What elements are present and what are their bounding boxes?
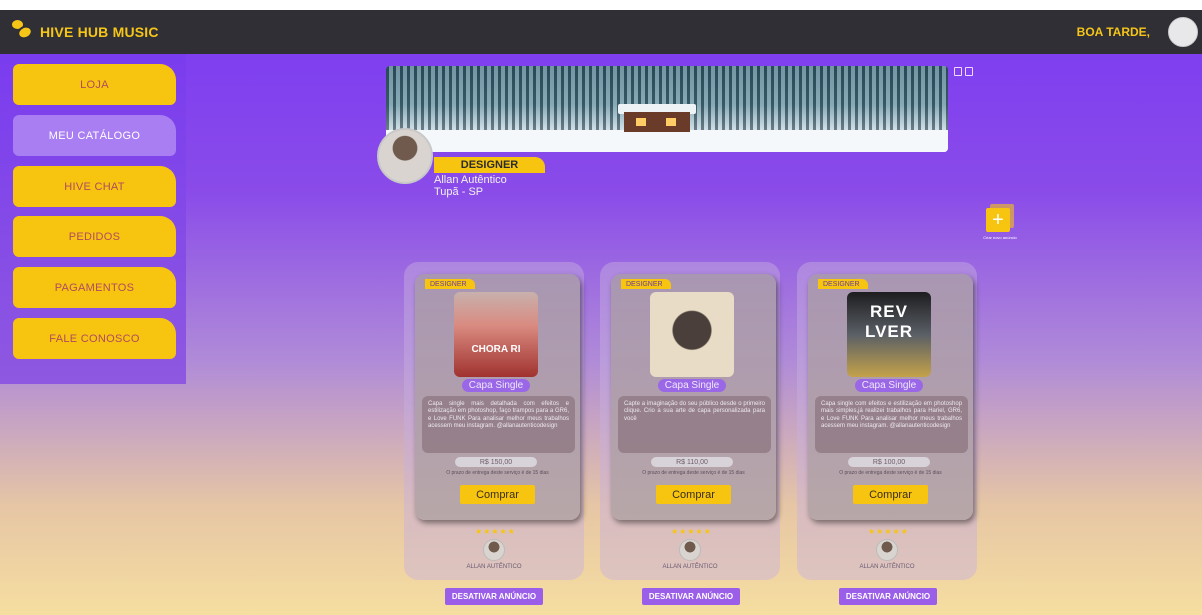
- cabin-window: [666, 118, 676, 126]
- owner-name: ALLAN AUTÊNTICO: [466, 564, 522, 570]
- greeting-text: BOA TARDE,: [1076, 25, 1150, 39]
- bee-logo-icon: [12, 20, 36, 44]
- ad-card: DESIGNER CHORA RI Capa Single Capa singl…: [404, 262, 584, 580]
- app-window: HIVE HUB MUSIC BOA TARDE, LOJA MEU CATÁL…: [0, 10, 1202, 615]
- delivery-time: O prazo de entrega deste serviço é de 15…: [642, 470, 745, 476]
- sidebar-item-hive-chat[interactable]: HIVE CHAT: [13, 166, 176, 207]
- profile-location: Tupã - SP: [434, 186, 484, 198]
- sidebar-item-label: LOJA: [80, 78, 109, 91]
- ad-card-inner: DESIGNER CHORA RI Capa Single Capa singl…: [415, 274, 580, 520]
- album-cover-image[interactable]: [650, 292, 734, 377]
- deactivate-ad-button[interactable]: DESATIVAR ANÚNCIO: [839, 588, 937, 605]
- brand[interactable]: HIVE HUB MUSIC: [12, 20, 159, 44]
- trash-icon[interactable]: [965, 67, 973, 76]
- service-type-badge: Capa Single: [658, 379, 726, 392]
- create-ad-button[interactable]: +: [986, 204, 1014, 232]
- price-tag: R$ 150,00: [455, 457, 537, 467]
- sidebar-item-pagamentos[interactable]: PAGAMENTOS: [13, 267, 176, 308]
- buy-button[interactable]: Comprar: [656, 485, 731, 504]
- delivery-time: O prazo de entrega deste serviço é de 15…: [446, 470, 549, 476]
- owner-avatar[interactable]: [679, 539, 701, 561]
- sidebar-item-label: HIVE CHAT: [64, 180, 125, 193]
- card-role-tag: DESIGNER: [818, 279, 868, 289]
- owner-avatar[interactable]: [876, 539, 898, 561]
- plus-icon: +: [986, 208, 1010, 232]
- album-cover-image[interactable]: CHORA RI: [454, 292, 538, 377]
- profile-banner: [386, 66, 948, 152]
- delivery-time: O prazo de entrega deste serviço é de 15…: [839, 470, 942, 476]
- user-avatar[interactable]: [1168, 17, 1198, 47]
- service-description: Capa single mais detalhada com efeitos e…: [422, 396, 575, 453]
- buy-button[interactable]: Comprar: [853, 485, 928, 504]
- sidebar-item-label: PAGAMENTOS: [54, 281, 135, 294]
- rating-stars-icon: ★★★★★: [868, 527, 909, 536]
- cabin-window: [636, 118, 646, 126]
- card-role-tag: DESIGNER: [425, 279, 475, 289]
- buy-button[interactable]: Comprar: [460, 485, 535, 504]
- price-tag: R$ 110,00: [651, 457, 733, 467]
- price-tag: R$ 100,00: [848, 457, 930, 467]
- ad-card: DESIGNER Capa Single Capte a imaginação …: [600, 262, 780, 580]
- sidebar-item-loja[interactable]: LOJA: [13, 64, 176, 105]
- top-bar: HIVE HUB MUSIC BOA TARDE,: [0, 10, 1202, 54]
- owner-name: ALLAN AUTÊNTICO: [662, 564, 718, 570]
- create-ad-label: Criar novo anúncio: [983, 235, 1017, 240]
- service-type-badge: Capa Single: [462, 379, 530, 392]
- service-description: Capte a imaginação do seu público desde …: [618, 396, 771, 453]
- cover-text: REV LVER: [864, 302, 914, 341]
- profile-avatar[interactable]: [377, 128, 433, 184]
- rating-stars-icon: ★★★★★: [475, 527, 516, 536]
- profile-name: Allan Autêntico: [434, 174, 507, 186]
- deactivate-ad-button[interactable]: DESATIVAR ANÚNCIO: [445, 588, 543, 605]
- sidebar-item-pedidos[interactable]: PEDIDOS: [13, 216, 176, 257]
- banner-actions: [954, 67, 973, 76]
- rating-stars-icon: ★★★★★: [671, 527, 712, 536]
- album-cover-image[interactable]: REV LVER: [847, 292, 931, 377]
- owner-avatar[interactable]: [483, 539, 505, 561]
- sidebar-item-label: PEDIDOS: [68, 230, 121, 243]
- service-type-badge: Capa Single: [855, 379, 923, 392]
- sidebar-item-label: FALE CONOSCO: [49, 332, 140, 345]
- ad-card-inner: DESIGNER REV LVER Capa Single Capa singl…: [808, 274, 973, 520]
- owner-name: ALLAN AUTÊNTICO: [859, 564, 915, 570]
- brand-name: HIVE HUB MUSIC: [40, 24, 159, 40]
- sidebar-item-label: MEU CATÁLOGO: [48, 129, 141, 142]
- cover-text: CHORA RI: [471, 344, 521, 355]
- snow-image: [386, 130, 948, 152]
- role-badge: DESIGNER: [434, 157, 545, 173]
- card-role-tag: DESIGNER: [621, 279, 671, 289]
- service-description: Capa single com efeitos e estilização em…: [815, 396, 968, 453]
- deactivate-ad-button[interactable]: DESATIVAR ANÚNCIO: [642, 588, 740, 605]
- edit-icon[interactable]: [954, 67, 962, 76]
- sidebar-item-fale-conosco[interactable]: FALE CONOSCO: [13, 318, 176, 359]
- cabin-image: [624, 112, 690, 132]
- sidebar-item-meu-catalogo[interactable]: MEU CATÁLOGO: [13, 115, 176, 156]
- ad-card-inner: DESIGNER Capa Single Capte a imaginação …: [611, 274, 776, 520]
- ad-card: DESIGNER REV LVER Capa Single Capa singl…: [797, 262, 977, 580]
- sidebar: LOJA MEU CATÁLOGO HIVE CHAT PEDIDOS PAGA…: [0, 54, 186, 384]
